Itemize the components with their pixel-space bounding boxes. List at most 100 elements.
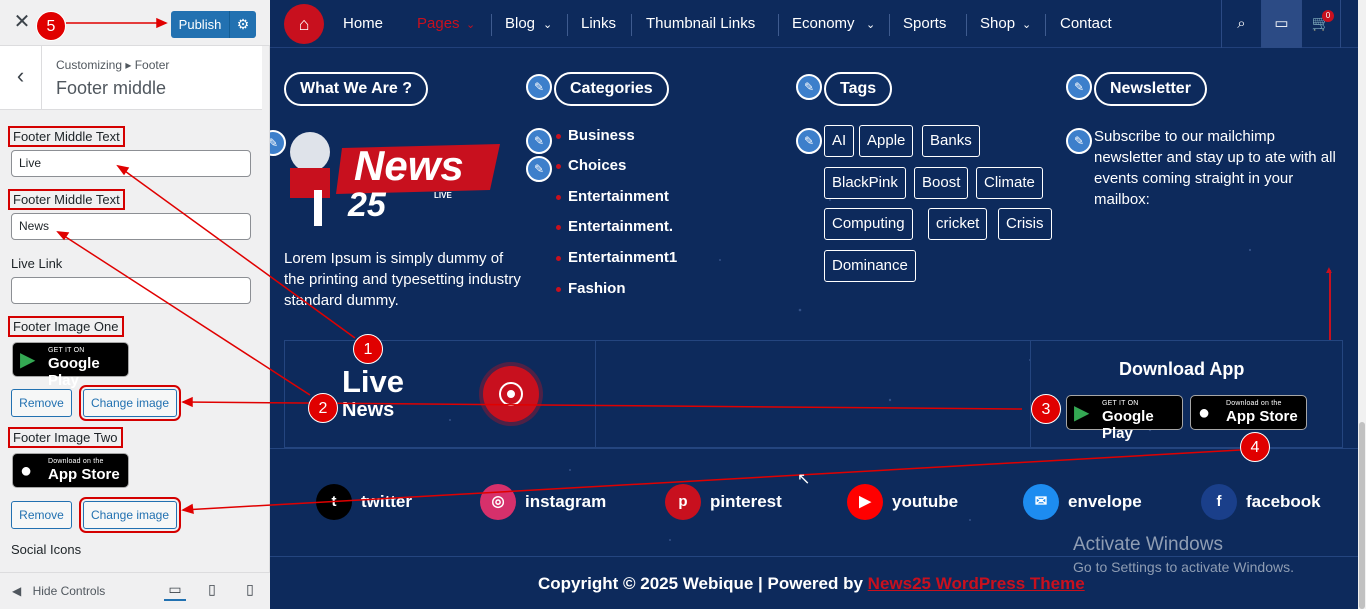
nav-separator — [491, 14, 492, 36]
category-item[interactable]: Choices — [555, 157, 626, 174]
back-arrow-icon[interactable]: ‹ — [0, 46, 42, 110]
preview-scrollbar[interactable] — [1358, 0, 1366, 609]
scroll-top-line — [1329, 270, 1331, 340]
apple-icon: ● — [20, 460, 33, 482]
edit-pencil-icon[interactable]: ✎ — [796, 74, 822, 100]
category-item[interactable]: Entertainment — [556, 188, 669, 205]
edit-pencil-icon[interactable]: ✎ — [526, 156, 552, 182]
nav-item-links[interactable]: Links — [581, 15, 616, 32]
tag-item[interactable]: Crisis — [998, 208, 1052, 240]
annotation-marker-4: 4 — [1240, 432, 1270, 462]
nav-item-contact[interactable]: Contact — [1060, 15, 1112, 32]
live-link-input[interactable] — [11, 277, 251, 304]
social-label: youtube — [892, 492, 959, 511]
arrow-up-icon[interactable]: ▲ — [1324, 265, 1334, 276]
annotation-marker-2: 2 — [308, 393, 338, 423]
logo-word-25: 25 — [348, 186, 386, 224]
gear-icon[interactable]: ⚙ — [229, 11, 256, 38]
youtube-icon: ▶ — [847, 484, 883, 520]
close-icon[interactable]: ✕ — [6, 6, 38, 38]
facebook-icon: f — [1201, 484, 1237, 520]
nav-item-home[interactable]: Home — [343, 15, 383, 32]
nav-separator — [778, 14, 779, 36]
footer-image-two-label: Footer Image Two — [8, 427, 123, 448]
annotation-marker-1: 1 — [353, 334, 383, 364]
tag-item[interactable]: Computing — [824, 208, 913, 240]
badge-big-text: App Store — [1226, 408, 1298, 425]
breadcrumb: Customizing ▸ Footer — [56, 58, 170, 72]
tag-item[interactable]: Banks — [922, 125, 980, 157]
desktop-preview-icon[interactable]: ▭ — [164, 581, 186, 601]
social-label: envelope — [1068, 492, 1142, 511]
category-item[interactable]: Business — [556, 127, 635, 144]
chevron-down-icon: ⌄ — [1022, 19, 1032, 31]
apple-icon: ● — [1198, 402, 1211, 424]
footer-middle-text-label: Footer Middle Text — [8, 126, 125, 147]
cart-icon[interactable]: 🛒 0 — [1301, 0, 1341, 48]
social-label: instagram — [525, 492, 607, 511]
chevron-down-icon: ⌄ — [543, 19, 553, 31]
annotation-marker-5: 5 — [36, 11, 66, 41]
mouse-cursor-icon: ↖ — [797, 471, 811, 488]
nav-item-blog[interactable]: Blog — [505, 15, 535, 32]
tag-item[interactable]: Apple — [859, 125, 914, 157]
pinterest-icon: p — [665, 484, 701, 520]
social-label: twitter — [361, 492, 412, 511]
tag-item[interactable]: BlackPink — [824, 167, 906, 199]
nav-item-thumbnail-links[interactable]: Thumbnail Links — [646, 15, 755, 32]
mobile-preview-icon[interactable]: ▯ — [239, 581, 261, 601]
edit-pencil-icon[interactable]: ✎ — [796, 128, 822, 154]
category-item[interactable]: Entertainment1 — [555, 249, 677, 266]
badge-big-text: Google Play — [48, 355, 100, 389]
tag-item[interactable]: cricket — [928, 208, 988, 240]
theme-link[interactable]: News25 WordPress Theme — [868, 574, 1085, 593]
category-item[interactable]: Fashion — [556, 280, 626, 297]
tag-item[interactable]: Dominance — [824, 250, 916, 282]
windows-watermark-text: Go to Settings to activate Windows. — [1073, 559, 1294, 575]
change-image-one-button[interactable]: Change image — [79, 385, 181, 421]
footer-middle-text-label-2: Footer Middle Text — [8, 189, 125, 210]
tag-item[interactable]: Boost — [914, 167, 969, 199]
nav-separator — [966, 14, 967, 36]
collapse-icon: ◀ — [12, 584, 22, 598]
edit-pencil-icon[interactable]: ✎ — [526, 128, 552, 154]
nav-separator — [567, 14, 568, 36]
nav-item-shop[interactable]: Shop — [980, 15, 1015, 32]
google-play-button[interactable]: ▶ GET IT ON Google Play — [1066, 395, 1183, 442]
tag-item[interactable]: AI — [824, 125, 855, 157]
logo-live: LIVE — [434, 191, 452, 200]
customizer-sidebar: ✕ Publish ⚙ ‹ Customizing ▸ Footer Foote… — [0, 0, 270, 609]
edit-pencil-icon[interactable]: ✎ — [526, 74, 552, 100]
footer-middle-text-input-1[interactable]: Live — [11, 150, 251, 177]
download-app-title: Download App — [1119, 359, 1245, 379]
change-image-two-button[interactable]: Change image — [79, 497, 181, 533]
chevron-down-icon: ⌄ — [866, 19, 876, 31]
search-icon[interactable]: ⌕ — [1221, 0, 1261, 48]
newsletter-text: Subscribe to our mailchimp newsletter an… — [1094, 128, 1336, 208]
remove-image-two-button[interactable]: Remove — [11, 501, 72, 529]
remove-image-one-button[interactable]: Remove — [11, 389, 72, 417]
badge-big-text: Google Play — [1102, 408, 1154, 442]
edit-pencil-icon[interactable]: ✎ — [1066, 128, 1092, 154]
tablet-preview-icon[interactable]: ▯ — [201, 581, 223, 601]
publish-button[interactable]: Publish — [171, 11, 229, 38]
scrollbar-thumb[interactable] — [1359, 422, 1365, 609]
nav-separator — [1045, 14, 1046, 36]
app-store-button[interactable]: ● Download on the App Store — [1190, 395, 1307, 430]
home-icon[interactable]: ⌂ — [284, 4, 324, 44]
desktop-icon[interactable]: ▭ — [1261, 0, 1301, 48]
hide-controls-button[interactable]: ◀ Hide Controls — [12, 584, 105, 598]
nav-item-economy[interactable]: Economy — [792, 15, 855, 32]
twitter-icon: t — [316, 484, 352, 520]
main-navigation: ⌂ Home Pages ⌄ Blog ⌄ Links Thumbnail Li… — [270, 0, 1358, 48]
edit-pencil-icon[interactable]: ✎ — [1066, 74, 1092, 100]
badge-small-text: GET IT ON — [48, 347, 85, 354]
windows-watermark-title: Activate Windows — [1073, 534, 1223, 555]
nav-item-pages[interactable]: Pages — [417, 15, 460, 32]
category-item[interactable]: Entertainment. — [555, 218, 673, 235]
nav-item-sports[interactable]: Sports — [903, 15, 946, 32]
about-text: Lorem Ipsum is simply dummy of the print… — [284, 250, 521, 309]
cart-count-badge: 0 — [1322, 10, 1334, 22]
footer-middle-text-input-2[interactable]: News — [11, 213, 251, 240]
tag-item[interactable]: Climate — [976, 167, 1043, 199]
